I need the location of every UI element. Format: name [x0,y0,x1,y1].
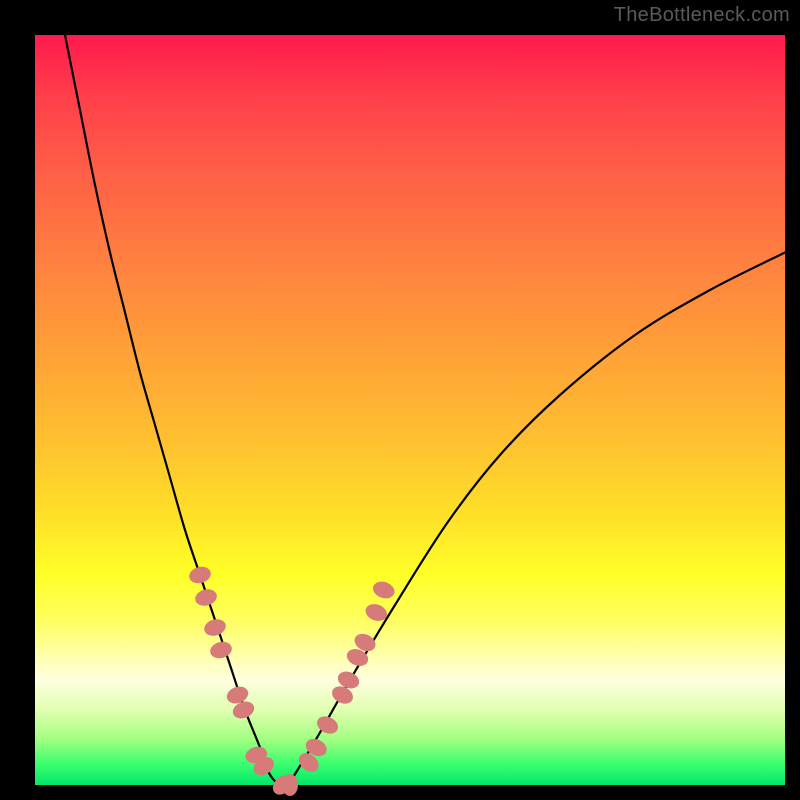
watermark-text: TheBottleneck.com [614,4,790,27]
highlight-dot [208,639,233,660]
highlight-dot [187,564,212,585]
highlight-dot [193,587,218,608]
curve-svg [35,35,785,785]
highlight-dots [187,564,396,798]
plot-area [35,35,785,785]
highlight-dot [202,617,228,639]
highlight-dot [282,774,298,796]
highlight-dot [371,579,397,601]
highlight-dot [314,713,341,737]
chart-frame: TheBottleneck.com [0,0,800,800]
bottleneck-curve [65,35,785,785]
